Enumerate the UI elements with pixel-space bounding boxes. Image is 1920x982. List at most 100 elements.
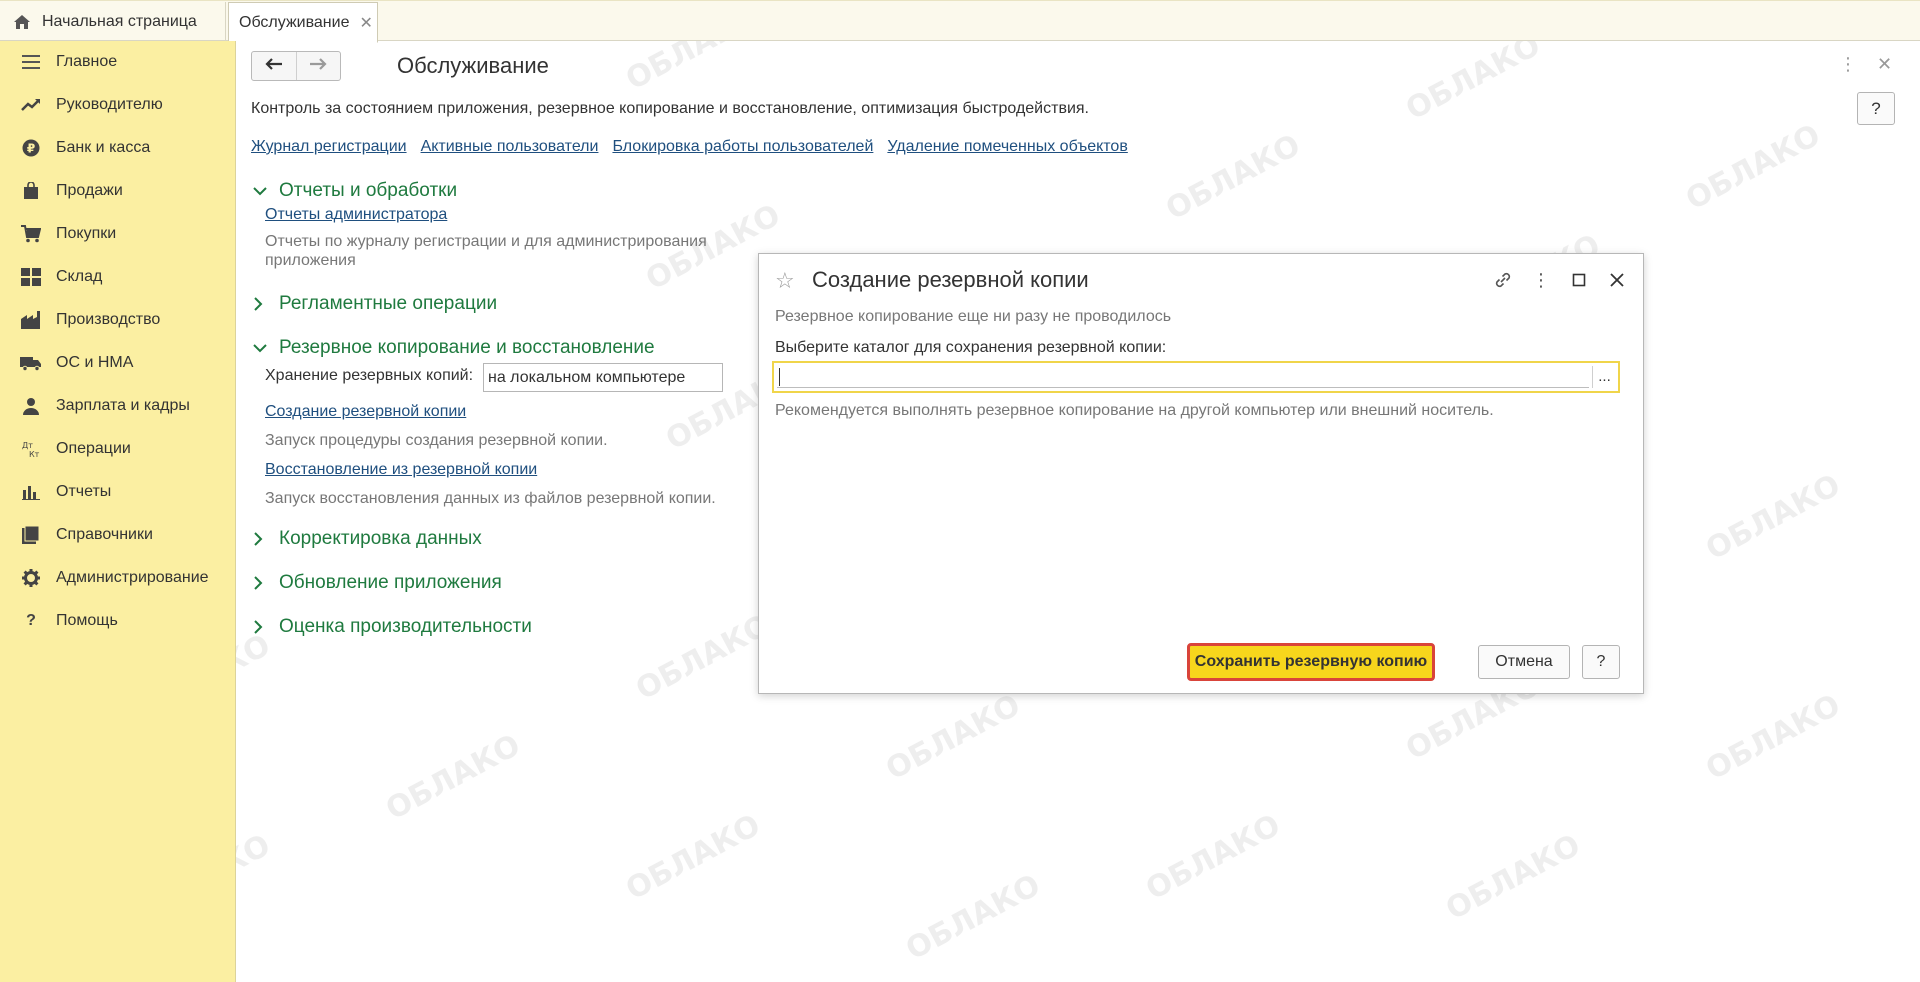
maximize-icon[interactable] bbox=[1567, 268, 1591, 292]
reports-description: Отчеты по журналу регистрации и для адми… bbox=[265, 233, 707, 269]
section-routine[interactable]: Регламентные операции bbox=[253, 293, 497, 315]
sidebar-item-operations[interactable]: Дт Кт Операции bbox=[0, 431, 236, 467]
section-title: Отчеты и обработки bbox=[279, 180, 458, 201]
sidebar-item-main[interactable]: Главное bbox=[0, 44, 236, 80]
link-restore-backup[interactable]: Восстановление из резервной копии bbox=[265, 461, 537, 479]
sidebar-item-production[interactable]: Производство bbox=[0, 302, 236, 338]
link-event-log[interactable]: Журнал регистрации bbox=[251, 138, 407, 156]
cancel-button[interactable]: Отмена bbox=[1478, 645, 1570, 679]
more-vertical-icon[interactable]: ⋮ bbox=[1839, 54, 1857, 75]
restore-backup-description: Запуск восстановления данных из файлов р… bbox=[265, 490, 716, 507]
sidebar-item-label: Продажи bbox=[56, 182, 123, 199]
directory-input[interactable] bbox=[777, 366, 1589, 388]
section-backup[interactable]: Резервное копирование и восстановление bbox=[253, 337, 655, 359]
svg-text:Кт: Кт bbox=[29, 450, 40, 459]
section-title: Резервное копирование и восстановление bbox=[279, 337, 655, 358]
ruble-icon: ₽ bbox=[20, 137, 42, 159]
sidebar-item-label: Помощь bbox=[56, 612, 118, 629]
link-delete-marked[interactable]: Удаление помеченных объектов bbox=[887, 138, 1127, 156]
section-update[interactable]: Обновление приложения bbox=[253, 572, 502, 594]
page-description: Контроль за состоянием приложения, резер… bbox=[251, 100, 1089, 117]
storage-select[interactable]: на локальном компьютере bbox=[483, 363, 723, 392]
sidebar-item-label: Склад bbox=[56, 268, 103, 285]
menu-icon bbox=[20, 51, 42, 73]
arrow-left-icon bbox=[265, 57, 283, 75]
tab-maintenance-label: Обслуживание bbox=[239, 13, 350, 31]
browse-button[interactable]: ... bbox=[1592, 366, 1616, 388]
svg-text:₽: ₽ bbox=[27, 142, 35, 156]
sidebar-item-catalogs[interactable]: Справочники bbox=[0, 517, 236, 553]
dt-kt-icon: Дт Кт bbox=[20, 438, 42, 460]
back-button[interactable] bbox=[252, 52, 296, 80]
nav-buttons bbox=[251, 51, 341, 81]
backup-dialog: ☆ Создание резервной копии ⋮ Резервное к… bbox=[758, 253, 1644, 694]
section-title: Обновление приложения bbox=[279, 572, 502, 593]
link-icon[interactable] bbox=[1491, 268, 1515, 292]
text-caret bbox=[779, 368, 780, 386]
sidebar-item-label: Производство bbox=[56, 311, 161, 328]
section-title: Регламентные операции bbox=[279, 293, 498, 314]
more-vertical-icon[interactable]: ⋮ bbox=[1529, 268, 1553, 292]
link-admin-reports[interactable]: Отчеты администратора bbox=[265, 206, 447, 224]
quick-links: Журнал регистрации Активные пользователи… bbox=[251, 138, 1128, 156]
close-icon[interactable] bbox=[1605, 268, 1629, 292]
page-title: Обслуживание bbox=[397, 53, 549, 78]
sidebar-item-label: Покупки bbox=[56, 225, 117, 242]
sidebar: Главное Руководителю ₽ Банк и касса Прод… bbox=[0, 41, 236, 982]
sidebar-item-label: Руководителю bbox=[56, 96, 163, 113]
sidebar-item-label: Зарплата и кадры bbox=[56, 397, 190, 414]
cart-icon bbox=[20, 223, 42, 245]
person-icon bbox=[20, 395, 42, 417]
help-button[interactable]: ? bbox=[1857, 92, 1895, 125]
sidebar-item-salary[interactable]: Зарплата и кадры bbox=[0, 388, 236, 424]
chevron-right-icon bbox=[253, 532, 269, 546]
sidebar-item-label: Отчеты bbox=[56, 483, 112, 500]
section-reports[interactable]: Отчеты и обработки bbox=[253, 180, 457, 202]
bar-chart-icon bbox=[20, 481, 42, 503]
dialog-title: Создание резервной копии bbox=[812, 267, 1089, 292]
truck-icon bbox=[20, 352, 42, 374]
sidebar-item-help[interactable]: ? Помощь bbox=[0, 603, 236, 639]
books-icon bbox=[20, 524, 42, 546]
close-icon[interactable]: ✕ bbox=[1877, 54, 1892, 75]
sidebar-item-admin[interactable]: Администрирование bbox=[0, 560, 236, 596]
question-icon: ? bbox=[26, 612, 36, 629]
warehouse-icon bbox=[20, 266, 42, 288]
tab-home[interactable]: Начальная страница bbox=[0, 2, 226, 41]
tab-home-label: Начальная страница bbox=[42, 12, 197, 30]
close-tab-icon[interactable]: ✕ bbox=[359, 13, 372, 33]
sidebar-item-sales[interactable]: Продажи bbox=[0, 173, 236, 209]
bag-icon bbox=[20, 180, 42, 202]
sidebar-item-purchases[interactable]: Покупки bbox=[0, 216, 236, 252]
sidebar-item-label: Администрирование bbox=[56, 569, 209, 586]
link-create-backup[interactable]: Создание резервной копии bbox=[265, 403, 466, 421]
tab-bar: Начальная страница Обслуживание ✕ bbox=[0, 0, 1920, 43]
section-performance[interactable]: Оценка производительности bbox=[253, 616, 532, 638]
link-active-users[interactable]: Активные пользователи bbox=[421, 138, 599, 156]
sidebar-item-bank[interactable]: ₽ Банк и касса bbox=[0, 130, 236, 166]
chevron-right-icon bbox=[253, 297, 269, 311]
trend-icon bbox=[20, 94, 42, 116]
save-backup-button[interactable]: Сохранить резервную копию bbox=[1187, 643, 1435, 681]
svg-text:Дт: Дт bbox=[22, 441, 33, 450]
sidebar-item-manager[interactable]: Руководителю bbox=[0, 87, 236, 123]
storage-label: Хранение резервных копий: bbox=[265, 367, 474, 384]
gear-icon bbox=[20, 567, 42, 589]
factory-icon bbox=[20, 309, 42, 331]
star-icon[interactable]: ☆ bbox=[775, 268, 795, 294]
forward-button[interactable] bbox=[295, 52, 340, 80]
chevron-right-icon bbox=[253, 576, 269, 590]
sidebar-item-label: Главное bbox=[56, 53, 118, 70]
sidebar-item-reports[interactable]: Отчеты bbox=[0, 474, 236, 510]
chevron-down-icon bbox=[253, 343, 269, 353]
section-correction[interactable]: Корректировка данных bbox=[253, 528, 482, 550]
sidebar-item-assets[interactable]: ОС и НМА bbox=[0, 345, 236, 381]
chevron-down-icon bbox=[253, 186, 269, 196]
help-button[interactable]: ? bbox=[1582, 645, 1620, 679]
tab-maintenance[interactable]: Обслуживание ✕ bbox=[228, 2, 378, 43]
sidebar-item-label: Справочники bbox=[56, 526, 153, 543]
link-block-users[interactable]: Блокировка работы пользователей bbox=[612, 138, 873, 156]
recommendation-text: Рекомендуется выполнять резервное копиро… bbox=[775, 402, 1494, 419]
chevron-right-icon bbox=[253, 620, 269, 634]
sidebar-item-warehouse[interactable]: Склад bbox=[0, 259, 236, 295]
